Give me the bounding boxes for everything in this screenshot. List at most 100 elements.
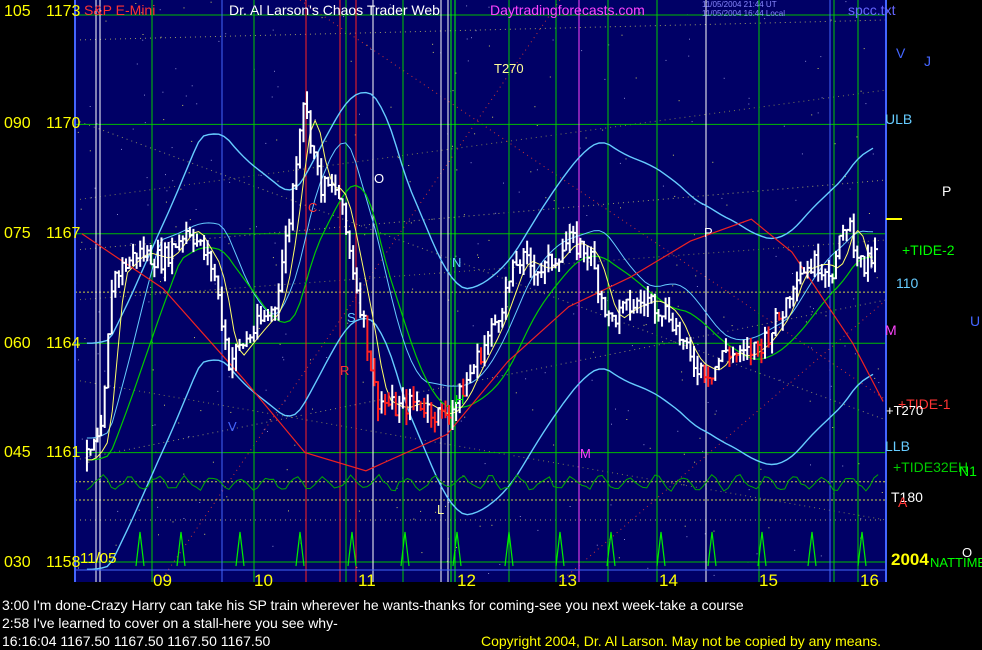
background-dot (310, 359, 311, 361)
background-dot (611, 423, 612, 425)
background-dot (645, 324, 647, 326)
background-dot (586, 215, 588, 216)
y-tick-left: 060 (4, 335, 31, 352)
background-dot (138, 509, 140, 511)
background-dot (817, 68, 819, 69)
chart-title: Dr. Al Larson's Chaos Trader Web (229, 2, 440, 18)
background-dot (721, 197, 723, 199)
background-dot (477, 254, 479, 256)
background-dot (794, 549, 796, 551)
background-dot (783, 125, 785, 127)
background-dot (532, 409, 534, 411)
background-dot (881, 492, 883, 493)
background-dot (693, 234, 695, 236)
background-dot (624, 97, 625, 99)
background-dot (362, 381, 364, 383)
background-dot (199, 502, 201, 503)
background-dot (764, 18, 766, 20)
marker-h: H (455, 392, 465, 407)
background-dot (452, 145, 453, 147)
background-dot (271, 96, 273, 98)
background-dot (621, 34, 623, 36)
background-dot (809, 400, 811, 402)
data-filename: spcc.txt (848, 2, 896, 18)
background-dot (276, 139, 278, 141)
background-dot (166, 190, 168, 192)
y-tick-price: 1170 (46, 115, 81, 132)
background-dot (842, 465, 844, 467)
background-dot (412, 288, 414, 290)
background-dot (285, 333, 287, 335)
background-dot (408, 165, 410, 166)
background-dot (537, 529, 539, 531)
background-dot (620, 207, 621, 209)
background-dot (713, 530, 715, 532)
year-label: 2004 (891, 550, 929, 569)
background-dot (226, 496, 228, 498)
marker-p: P (704, 225, 713, 240)
background-dot (569, 222, 571, 224)
background-dot (188, 436, 190, 437)
background-dot (536, 124, 538, 126)
background-dot (115, 544, 117, 546)
right-label-110: 110 (896, 275, 919, 291)
background-dot (90, 197, 92, 199)
background-dot (553, 444, 555, 446)
background-dot (499, 564, 501, 565)
background-dot (694, 461, 696, 463)
x-tick: 10 (254, 571, 273, 590)
background-dot (228, 376, 230, 378)
background-dot (849, 188, 851, 190)
background-dot (553, 200, 555, 202)
background-dot (175, 226, 177, 228)
background-dot (325, 140, 327, 142)
background-dot (878, 382, 880, 384)
background-dot (144, 94, 145, 96)
background-dot (390, 106, 392, 108)
background-dot (105, 20, 107, 22)
background-dot (275, 264, 277, 266)
background-dot (579, 147, 581, 149)
background-dot (525, 378, 527, 380)
background-dot (370, 49, 372, 50)
background-dot (431, 218, 433, 220)
background-dot (775, 255, 777, 257)
background-dot (626, 419, 628, 420)
background-dot (172, 521, 174, 523)
background-dot (491, 524, 493, 526)
background-dot (154, 424, 156, 426)
background-dot (157, 506, 159, 508)
background-dot (573, 313, 575, 315)
background-dot (853, 298, 855, 300)
y-tick-price: 1164 (46, 335, 81, 352)
background-dot (421, 552, 423, 554)
background-dot (760, 468, 762, 470)
background-dot (795, 199, 797, 201)
background-dot (686, 536, 688, 538)
background-dot (854, 353, 856, 355)
background-dot (218, 40, 220, 42)
y-tick-left: 075 (4, 225, 31, 242)
background-dot (683, 484, 685, 486)
background-dot (492, 116, 494, 118)
background-dot (182, 104, 184, 106)
background-dot (183, 7, 185, 9)
background-dot (147, 204, 149, 206)
background-dot (89, 106, 91, 107)
background-dot (196, 103, 198, 105)
background-dot (256, 226, 257, 228)
background-dot (471, 37, 472, 39)
background-dot (183, 473, 185, 475)
background-dot (488, 239, 490, 241)
background-dot (748, 97, 750, 99)
background-dot (267, 431, 268, 432)
chat-message: 2:58 I've learned to cover on a stall-he… (2, 615, 338, 631)
background-dot (488, 573, 490, 574)
background-dot (189, 219, 191, 221)
background-dot (811, 311, 813, 313)
right-label-t270: +T270 (886, 403, 924, 418)
background-dot (619, 162, 621, 164)
background-dot (820, 555, 822, 557)
background-dot (457, 310, 459, 312)
background-dot (277, 180, 279, 182)
